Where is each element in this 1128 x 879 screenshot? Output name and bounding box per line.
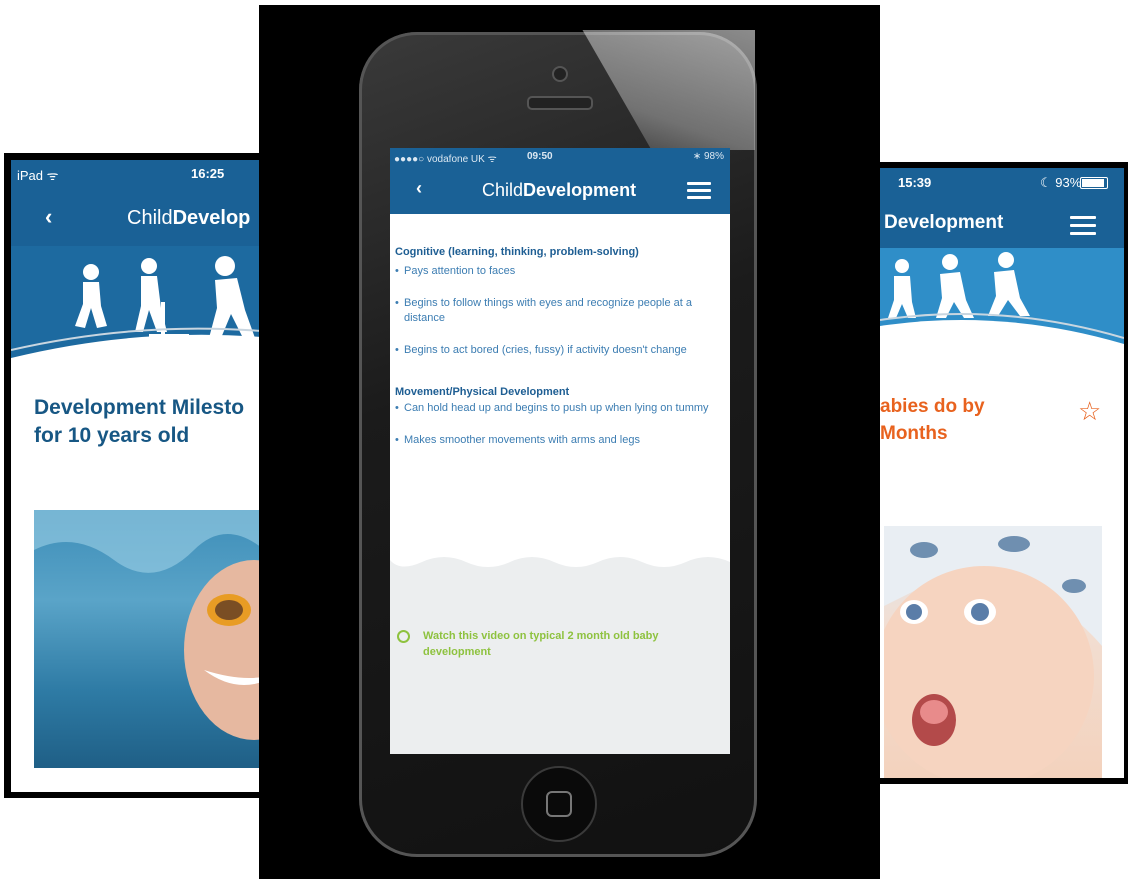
video-link[interactable]: Watch this video on typical 2 month old … (397, 628, 717, 660)
milestones-content: Cognitive (learning, thinking, problem-s… (395, 246, 720, 448)
list-item: Pays attention to faces (395, 264, 720, 279)
back-chevron-icon[interactable]: ‹ (45, 204, 52, 230)
status-battery-text: ☾ 93% (1040, 175, 1082, 190)
children-silhouette-banner (880, 248, 1124, 358)
status-bar: ●●●●○ vodafone UK ᯤ 09:50 ∗ 98% (390, 148, 730, 166)
ipad-screenshot: iPad ᯤ 16:25 ‹ ChildDevelop Development … (4, 153, 266, 798)
front-camera-icon (552, 66, 568, 82)
app-title-prefix: Child (482, 180, 524, 200)
back-chevron-icon[interactable]: ‹ (416, 178, 422, 199)
list-item: Begins to act bored (cries, fussy) if ac… (395, 343, 720, 358)
children-silhouette-banner (11, 246, 266, 358)
home-button[interactable] (521, 766, 597, 842)
ipad-screen: iPad ᯤ 16:25 ‹ ChildDevelop Development … (11, 160, 266, 792)
video-link-text: Watch this video on typical 2 month old … (423, 630, 659, 658)
page-heading: Development Milesto for 10 years old (34, 396, 245, 447)
status-time: 15:39 (898, 175, 932, 190)
app-title-bold: Development (523, 180, 637, 200)
status-bar: iPad ᯤ 16:25 (11, 160, 266, 190)
nav-bar: ‹ ChildDevelop (11, 190, 266, 246)
section-heading: Cognitive (learning, thinking, problem-s… (395, 246, 639, 258)
status-carrier: ●●●●○ vodafone UK ᯤ (394, 154, 497, 165)
app-title-bold: Develop (172, 207, 251, 229)
list-item: Begins to follow things with eyes and re… (395, 296, 720, 326)
list-item: Makes smoother movements with arms and l… (395, 433, 720, 448)
app-title-prefix: Child (127, 207, 173, 229)
boy-swimming-photo (34, 510, 266, 768)
status-time: 16:25 (191, 166, 225, 181)
section-heading: Movement/Physical Development (395, 386, 570, 398)
hamburger-menu-icon[interactable] (687, 182, 711, 200)
status-battery: ∗ 98% (692, 151, 724, 162)
battery-icon (1080, 177, 1108, 189)
phone-screen-center: ●●●●○ vodafone UK ᯤ 09:50 ∗ 98% ‹ ChildD… (390, 148, 730, 754)
list-item: Can hold head up and begins to push up w… (395, 401, 720, 416)
page-heading: abies do by Months (880, 396, 985, 444)
baby-photo (884, 526, 1102, 778)
phone-screen-right: 15:39 ☾ 93% Development abies do by Mont… (880, 168, 1124, 778)
home-square-icon (546, 791, 572, 817)
app-title: ChildDevelop (127, 207, 250, 230)
nav-bar: Development (880, 196, 1124, 248)
favorite-star-icon[interactable]: ☆ (1078, 396, 1101, 427)
app-title: ChildDevelopment (482, 180, 636, 201)
play-video-icon (397, 630, 410, 643)
app-title: Development (884, 212, 1004, 233)
phone-screenshot-right: 15:39 ☾ 93% Development abies do by Mont… (878, 162, 1128, 784)
speaker-grille (527, 96, 593, 110)
status-carrier: iPad ᯤ (17, 168, 59, 183)
status-bar: 15:39 ☾ 93% (880, 168, 1124, 196)
nav-bar: ‹ ChildDevelopment (390, 166, 730, 214)
status-time: 09:50 (527, 151, 553, 162)
hamburger-menu-icon[interactable] (1070, 216, 1096, 236)
